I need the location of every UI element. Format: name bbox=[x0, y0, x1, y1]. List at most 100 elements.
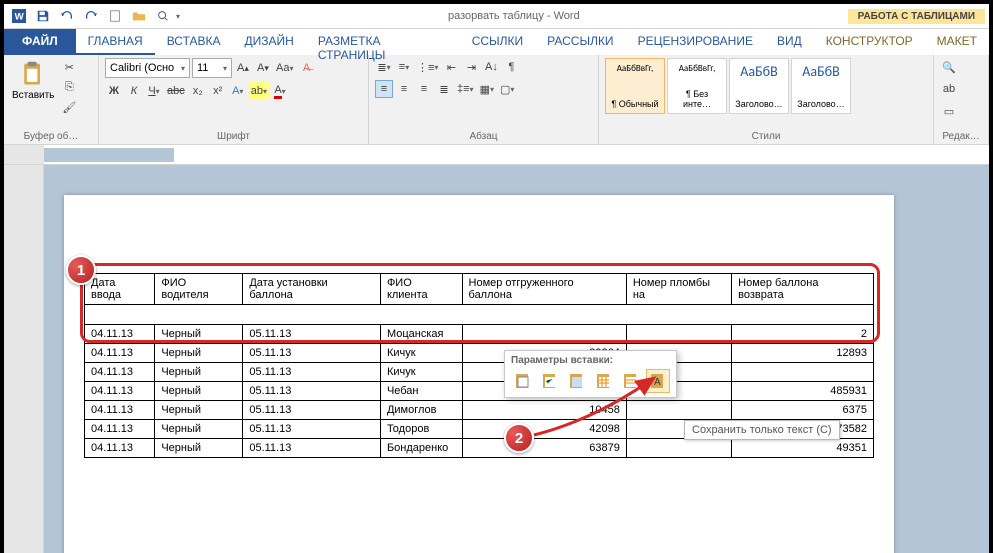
col-header: ФИО клиента bbox=[380, 274, 462, 305]
tab-design[interactable]: ДИЗАЙН bbox=[233, 29, 306, 55]
print-preview-icon[interactable] bbox=[152, 5, 174, 27]
underline-button[interactable]: Ч▾ bbox=[145, 82, 163, 100]
tab-insert[interactable]: ВСТАВКА bbox=[155, 29, 233, 55]
window-title: разорвать таблицу - Word bbox=[182, 10, 846, 22]
italic-button[interactable]: К bbox=[125, 82, 143, 100]
bullets-icon[interactable]: ≣▾ bbox=[375, 58, 393, 76]
shading-icon[interactable]: ▦▾ bbox=[478, 80, 496, 98]
tab-home[interactable]: ГЛАВНАЯ bbox=[76, 29, 155, 55]
find-icon[interactable]: 🔍 bbox=[940, 58, 958, 76]
style-heading2[interactable]: АаБбВЗаголово… bbox=[791, 58, 851, 114]
ruler-area bbox=[4, 145, 989, 165]
subscript-button[interactable]: x₂ bbox=[189, 82, 207, 100]
save-icon[interactable] bbox=[32, 5, 54, 27]
annotation-badge-1: 1 bbox=[66, 255, 96, 285]
style-normal[interactable]: АаБбВвГг,¶ Обычный bbox=[605, 58, 665, 114]
paste-tooltip: Сохранить только текст (С) bbox=[684, 420, 840, 440]
superscript-button[interactable]: x² bbox=[209, 82, 227, 100]
paste-use-dest-icon[interactable] bbox=[565, 369, 589, 393]
clear-format-icon[interactable]: A̶ bbox=[297, 59, 315, 77]
cut-icon[interactable]: ✂ bbox=[60, 58, 78, 76]
paste-merge-format-icon[interactable] bbox=[538, 369, 562, 393]
font-size-combo[interactable]: 11▾ bbox=[192, 58, 232, 78]
ruler-corner bbox=[4, 145, 44, 164]
tab-file[interactable]: ФАЙЛ bbox=[4, 29, 76, 55]
copy-icon[interactable]: ⎘ bbox=[60, 78, 78, 96]
col-header: ФИО водителя bbox=[155, 274, 243, 305]
paste-options-popup: Параметры вставки: A bbox=[504, 350, 677, 398]
styles-group-label: Стили bbox=[605, 131, 927, 142]
align-center-icon[interactable]: ≡ bbox=[395, 80, 413, 98]
tab-mailings[interactable]: РАССЫЛКИ bbox=[535, 29, 625, 55]
table-row[interactable]: 04.11.13Черный05.11.13Чебан01875485931 bbox=[85, 382, 874, 401]
table-row[interactable]: 04.11.13Черный05.11.13Кичук8936412893 bbox=[85, 344, 874, 363]
shrink-font-icon[interactable]: A▾ bbox=[254, 59, 272, 77]
open-icon[interactable] bbox=[128, 5, 150, 27]
styles-gallery[interactable]: АаБбВвГг,¶ Обычный АаБбВвГг,¶ Без инте… … bbox=[605, 58, 927, 129]
new-icon[interactable] bbox=[104, 5, 126, 27]
col-header: Дата ввода bbox=[85, 274, 155, 305]
change-case-icon[interactable]: Aa▾ bbox=[274, 59, 295, 77]
svg-text:W: W bbox=[15, 12, 25, 23]
decrease-indent-icon[interactable]: ⇤ bbox=[442, 58, 460, 76]
replace-icon[interactable]: ab bbox=[940, 80, 958, 98]
font-group-label: Шрифт bbox=[105, 131, 362, 142]
col-header: Номер отгруженного баллона bbox=[462, 274, 626, 305]
table-row[interactable]: 04.11.13Черный05.11.13Бондаренко63879493… bbox=[85, 439, 874, 458]
word-icon: W bbox=[8, 5, 30, 27]
justify-icon[interactable]: ≣ bbox=[435, 80, 453, 98]
col-header: Номер баллона возврата bbox=[732, 274, 874, 305]
vertical-ruler[interactable] bbox=[4, 165, 44, 553]
tab-layout-context[interactable]: МАКЕТ bbox=[925, 29, 989, 55]
align-left-icon[interactable]: ≡ bbox=[375, 80, 393, 98]
style-heading1[interactable]: АаБбВЗаголово… bbox=[729, 58, 789, 114]
page-scroll[interactable]: 1 Дата ввода ФИО водителя Дата установки… bbox=[44, 165, 989, 553]
text-effects-icon[interactable]: A▾ bbox=[229, 82, 247, 100]
table-header-row: Дата ввода ФИО водителя Дата установки б… bbox=[85, 274, 874, 305]
strike-button[interactable]: abc bbox=[165, 82, 187, 100]
multilevel-icon[interactable]: ⋮≡▾ bbox=[415, 58, 440, 76]
table-tools-label: РАБОТА С ТАБЛИЦАМИ bbox=[848, 9, 985, 24]
paste-keep-source-icon[interactable] bbox=[511, 369, 535, 393]
tab-references[interactable]: ССЫЛКИ bbox=[460, 29, 535, 55]
paste-label: Вставить bbox=[12, 90, 54, 101]
undo-icon[interactable] bbox=[56, 5, 78, 27]
tab-constructor[interactable]: КОНСТРУКТОР bbox=[814, 29, 925, 55]
font-color-icon[interactable]: A▾ bbox=[271, 82, 289, 100]
redo-icon[interactable] bbox=[80, 5, 102, 27]
paragraph-group-label: Абзац bbox=[375, 131, 592, 142]
show-marks-icon[interactable]: ¶ bbox=[502, 58, 520, 76]
col-header: Дата установки баллона bbox=[243, 274, 381, 305]
line-spacing-icon[interactable]: ‡≡▾ bbox=[455, 80, 476, 98]
style-no-spacing[interactable]: АаБбВвГг,¶ Без инте… bbox=[667, 58, 727, 114]
quick-access-toolbar: W ▾ разорвать таблицу - Word РАБОТА С ТА… bbox=[4, 4, 989, 29]
table-row[interactable]: 04.11.13Черный05.11.13Димоглов104586375 bbox=[85, 401, 874, 420]
tab-page-layout[interactable]: РАЗМЕТКА СТРАНИЦЫ bbox=[306, 29, 460, 55]
tab-view[interactable]: ВИД bbox=[765, 29, 814, 55]
svg-text:A: A bbox=[654, 377, 661, 388]
paste-text-only-icon[interactable]: A bbox=[646, 369, 670, 393]
grow-font-icon[interactable]: A▴ bbox=[234, 59, 252, 77]
page[interactable]: 1 Дата ввода ФИО водителя Дата установки… bbox=[64, 195, 894, 553]
borders-icon[interactable]: ▢▾ bbox=[498, 80, 516, 98]
align-right-icon[interactable]: ≡ bbox=[415, 80, 433, 98]
paste-nest-table-icon[interactable] bbox=[592, 369, 616, 393]
font-family-combo[interactable]: Calibri (Осно▾ bbox=[105, 58, 190, 78]
table-row[interactable]: 04.11.13Черный05.11.13Моцанская2 bbox=[85, 325, 874, 344]
horizontal-ruler[interactable] bbox=[44, 145, 989, 164]
highlight-icon[interactable]: ab▾ bbox=[249, 82, 269, 100]
paste-button[interactable]: Вставить bbox=[10, 58, 56, 103]
sort-icon[interactable]: A↓ bbox=[482, 58, 500, 76]
numbering-icon[interactable]: ≡▾ bbox=[395, 58, 413, 76]
paste-insert-new-icon[interactable] bbox=[619, 369, 643, 393]
format-painter-icon[interactable]: 🖌 bbox=[60, 98, 78, 116]
select-icon[interactable]: ▭ bbox=[940, 102, 958, 120]
document-area: 1 Дата ввода ФИО водителя Дата установки… bbox=[4, 165, 989, 553]
tab-review[interactable]: РЕЦЕНЗИРОВАНИЕ bbox=[626, 29, 765, 55]
qat-customize-icon[interactable]: ▾ bbox=[176, 12, 180, 21]
increase-indent-icon[interactable]: ⇥ bbox=[462, 58, 480, 76]
table-row[interactable]: 04.11.13Черный05.11.13Кичук45934 bbox=[85, 363, 874, 382]
col-header: Номер пломбы на bbox=[626, 274, 731, 305]
bold-button[interactable]: Ж bbox=[105, 82, 123, 100]
paste-options-title: Параметры вставки: bbox=[511, 355, 670, 366]
